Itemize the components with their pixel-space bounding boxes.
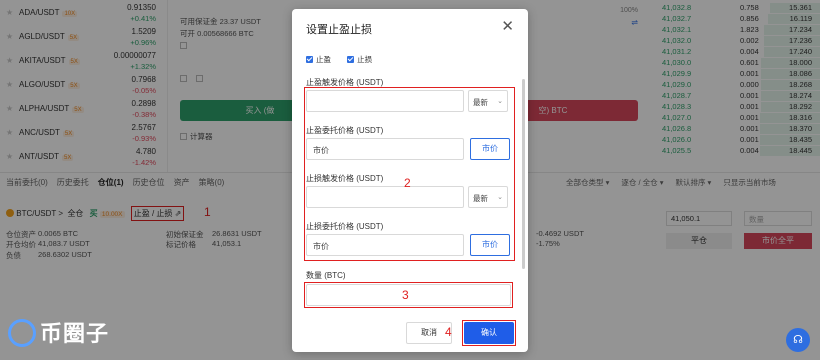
logo-icon — [8, 319, 36, 347]
watermark-logo: 币圈子 — [8, 316, 109, 348]
modal-scrollbar[interactable] — [522, 79, 525, 269]
sl-checkbox[interactable]: 止损 — [347, 55, 372, 64]
tp-check-label: 止盈 — [316, 55, 331, 64]
tpsl-checkboxes: 止盈 止损 — [306, 54, 386, 65]
sl-order-input[interactable]: 市价 — [306, 234, 464, 256]
annotation-3: 3 — [402, 288, 409, 302]
watermark-text: 币圈子 — [40, 321, 110, 346]
annotation-4: 4 — [445, 325, 452, 339]
tp-trigger-type-select[interactable]: 最新 ⌄ — [468, 90, 508, 112]
confirm-button[interactable]: 确认 — [464, 322, 514, 344]
tp-checkbox[interactable]: 止盈 — [306, 55, 331, 64]
tp-order-input[interactable]: 市价 — [306, 138, 464, 160]
sl-order-label: 止损委托价格 (USDT) — [306, 222, 384, 231]
sl-trigger-type-value: 最新 — [473, 194, 488, 203]
chevron-down-icon: ⌄ — [497, 98, 503, 105]
checkbox-checked-icon — [347, 56, 355, 63]
tp-order-label: 止盈委托价格 (USDT) — [306, 126, 384, 135]
support-chat-icon[interactable]: ☊ — [786, 328, 810, 352]
sl-trigger-label: 止损触发价格 (USDT) — [306, 174, 384, 183]
annotation-2: 2 — [404, 176, 411, 190]
sl-trigger-input[interactable] — [306, 186, 464, 208]
tp-trigger-input[interactable] — [306, 90, 464, 112]
tpsl-modal: 设置止盈止损 ✕ 止盈 止损 止盈触发价格 (USDT) 最新 ⌄ 止盈委托价格 … — [292, 9, 528, 352]
sl-market-button[interactable]: 市价 — [470, 234, 510, 256]
sl-trigger-type-select[interactable]: 最新 ⌄ — [468, 186, 508, 208]
chevron-down-icon: ⌄ — [497, 194, 503, 201]
checkbox-checked-icon — [306, 56, 313, 63]
sl-check-label: 止损 — [357, 55, 373, 64]
close-icon[interactable]: ✕ — [501, 17, 514, 35]
tp-trigger-type-value: 最新 — [473, 98, 488, 107]
qty-label: 数量 (BTC) — [306, 271, 346, 280]
tp-market-button[interactable]: 市价 — [470, 138, 510, 160]
modal-title: 设置止盈止损 — [306, 24, 372, 36]
tp-trigger-label: 止盈触发价格 (USDT) — [306, 78, 384, 87]
